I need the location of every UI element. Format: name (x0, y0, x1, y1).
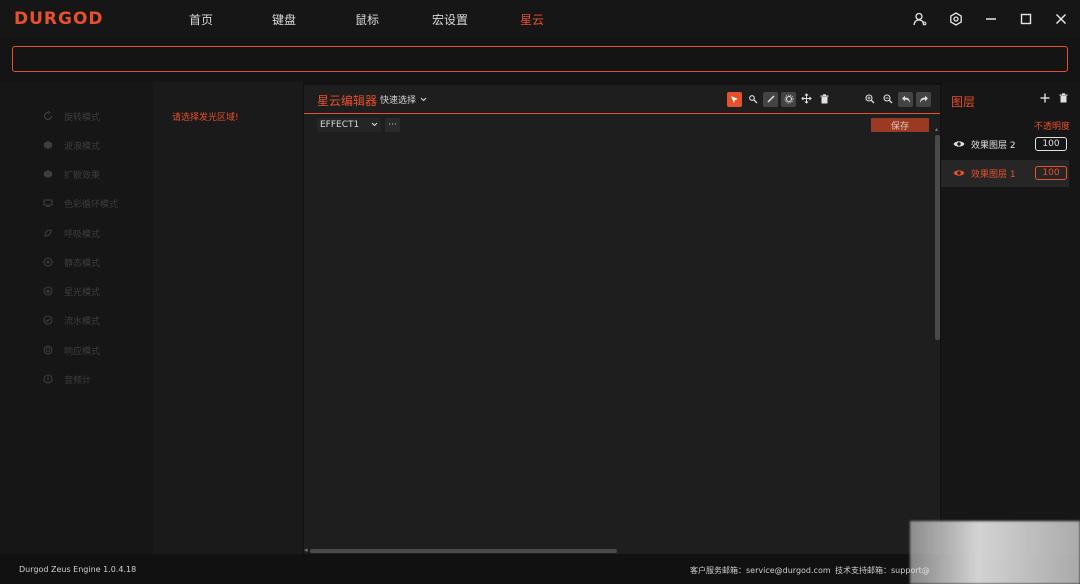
more-options-button[interactable]: ··· (385, 118, 400, 132)
nav-macro-settings[interactable]: 宏设置 (432, 11, 468, 28)
mode-item-flow[interactable]: 流水模式 (43, 312, 100, 328)
layer-name: 效果图层 2 (971, 141, 1016, 151)
mode-item-wave[interactable]: 波浪模式 (43, 137, 100, 153)
nav-keyboard[interactable]: 键盘 (272, 11, 296, 28)
zoom-in-button[interactable] (862, 92, 877, 107)
rotate-icon (43, 111, 53, 121)
brush-tool[interactable] (781, 92, 796, 107)
quick-select-label: 快速选择 (380, 96, 417, 106)
gear-brush-icon (784, 93, 794, 107)
mode-item-response[interactable]: 响应模式 (43, 342, 100, 358)
layer-opacity-input[interactable]: 100 (1035, 166, 1067, 180)
undo-button[interactable] (898, 92, 913, 107)
mode-item-static[interactable]: 静态模式 (43, 254, 100, 270)
mode-label: 扩散效果 (64, 170, 101, 181)
cursor-icon (730, 93, 739, 107)
eye-icon[interactable] (953, 139, 965, 149)
mode-list-panel: 旋转模式 波浪模式 扩散效果 色彩循环模式 呼吸模式 静态模式 星光模式 流水模… (0, 82, 153, 554)
mode-item-breath[interactable]: 呼吸模式 (43, 225, 100, 241)
audio-icon (43, 374, 53, 384)
mode-label: 色彩循环模式 (64, 199, 119, 210)
delete-tool[interactable] (817, 92, 832, 107)
plus-icon (1040, 92, 1050, 106)
redo-icon (919, 93, 929, 107)
redo-button[interactable] (916, 92, 931, 107)
effect-label: EFFECT1 (320, 120, 360, 130)
settings-gear-icon[interactable] (945, 8, 967, 30)
minimize-icon[interactable] (980, 8, 1002, 30)
move-arrows-icon (801, 92, 812, 107)
layer-row-effect-2[interactable]: 效果图层 2 100 (941, 131, 1069, 158)
scroll-up-arrow-icon[interactable]: ▴ (935, 127, 940, 133)
response-icon (43, 345, 53, 355)
region-prompt-panel: 请选择发光区域! (153, 82, 303, 554)
flow-icon (43, 315, 53, 325)
search-bar-area (0, 38, 1080, 82)
mode-label: 流水模式 (64, 316, 101, 327)
mode-label: 响应模式 (64, 346, 101, 357)
layer-row-effect-1[interactable]: 效果图层 1 100 (941, 160, 1069, 187)
chevron-down-icon (371, 120, 378, 130)
effect-dropdown[interactable]: EFFECT1 (317, 118, 381, 132)
mode-item-rotate[interactable]: 旋转模式 (43, 108, 100, 124)
magic-wand-icon (748, 93, 758, 107)
pen-icon (766, 93, 776, 107)
service-email: 客户服务邮箱：service@durgod.com (690, 566, 831, 575)
nav-nebula[interactable]: 星云 (520, 11, 544, 28)
nav-mouse[interactable]: 鼠标 (355, 11, 379, 28)
spread-icon (43, 169, 53, 179)
add-layer-button[interactable] (1038, 92, 1052, 106)
mode-label: 静态模式 (64, 258, 101, 269)
layers-title: 图层 (951, 95, 976, 109)
mode-label: 星光模式 (64, 287, 101, 298)
save-button[interactable]: 保存 (871, 118, 929, 132)
user-icon[interactable] (909, 8, 931, 30)
star-icon (43, 286, 53, 296)
horizontal-scrollbar[interactable] (310, 549, 617, 553)
title-bar: DURGOD 首页 键盘 鼠标 宏设置 星云 (0, 0, 1080, 38)
chevron-down-icon (420, 95, 427, 105)
nebula-editor: 星云编辑器 快速选择 EFFECT1 ··· 保存 ▴ ◂ (304, 85, 940, 554)
nav-home[interactable]: 首页 (189, 11, 213, 28)
undo-icon (901, 93, 911, 107)
close-icon[interactable] (1050, 8, 1072, 30)
eye-icon[interactable] (953, 168, 965, 178)
blurred-watermark (910, 521, 1080, 584)
trash-icon (1059, 92, 1068, 106)
color-cycle-icon (43, 198, 53, 208)
mode-label: 旋转模式 (64, 112, 101, 123)
scroll-left-arrow-icon[interactable]: ◂ (304, 546, 308, 554)
layers-panel: 图层 不透明度 效果图层 2 100 效果图层 1 100 (941, 82, 1080, 554)
quick-select-dropdown[interactable]: 快速选择 (380, 93, 427, 106)
mode-label: 音频计 (64, 375, 92, 386)
editor-title: 星云编辑器 (317, 94, 378, 108)
app-logo: DURGOD (14, 9, 104, 29)
zoom-out-button[interactable] (880, 92, 895, 107)
static-icon (43, 257, 53, 267)
move-tool[interactable] (799, 92, 814, 107)
app-version: Durgod Zeus Engine 1.0.4.18 (19, 565, 137, 574)
wave-icon (43, 140, 53, 150)
zoom-in-icon (864, 93, 875, 107)
cursor-select-tool[interactable] (727, 92, 742, 107)
editor-header: 星云编辑器 快速选择 (304, 85, 940, 114)
layer-opacity-input[interactable]: 100 (1035, 137, 1067, 151)
mode-item-spread[interactable]: 扩散效果 (43, 166, 100, 182)
magic-select-tool[interactable] (745, 92, 760, 107)
mode-label: 波浪模式 (64, 141, 101, 152)
trash-icon (820, 93, 829, 107)
layer-name: 效果图层 1 (971, 170, 1016, 180)
mode-label: 呼吸模式 (64, 229, 101, 240)
zoom-out-icon (882, 93, 893, 107)
mode-item-audio[interactable]: 音频计 (43, 371, 91, 387)
mode-item-star[interactable]: 星光模式 (43, 283, 100, 299)
pen-tool[interactable] (763, 92, 778, 107)
search-input[interactable] (12, 46, 1068, 72)
delete-layer-button[interactable] (1056, 92, 1070, 106)
mode-item-color-cycle[interactable]: 色彩循环模式 (43, 195, 118, 211)
breath-icon (43, 228, 53, 238)
select-region-prompt: 请选择发光区域! (172, 113, 239, 123)
vertical-scrollbar[interactable] (935, 135, 940, 340)
maximize-icon[interactable] (1015, 8, 1037, 30)
